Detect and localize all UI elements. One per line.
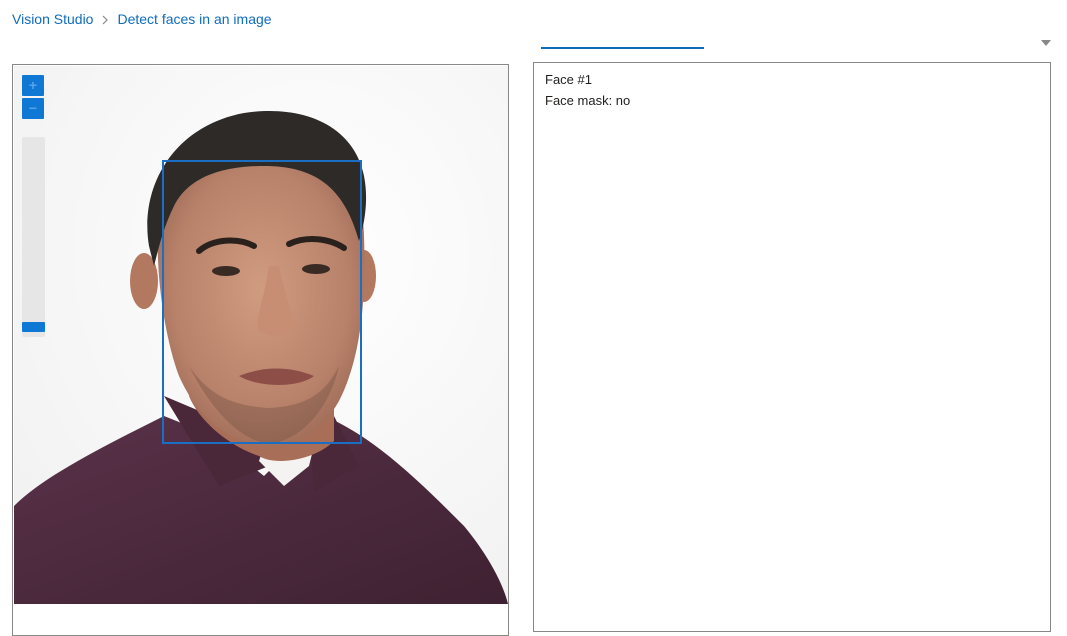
zoom-slider-track[interactable] [22, 137, 45, 337]
minus-icon: − [28, 100, 38, 116]
zoom-slider-thumb[interactable] [22, 322, 45, 332]
face-bounding-box[interactable] [13, 65, 508, 635]
breadcrumb-vision-studio[interactable]: Vision Studio [12, 10, 93, 28]
breadcrumb-detect-faces[interactable]: Detect faces in an image [117, 10, 271, 28]
zoom-in-button[interactable]: + [22, 75, 44, 96]
active-tab-indicator[interactable] [541, 47, 704, 49]
result-face-label: Face #1 [545, 72, 592, 87]
plus-icon: + [28, 77, 38, 93]
chevron-right-icon [93, 10, 117, 28]
chevron-down-icon[interactable] [1038, 36, 1054, 50]
zoom-out-button[interactable]: − [22, 98, 44, 119]
breadcrumb: Vision Studio Detect faces in an image [12, 10, 272, 28]
results-panel: Face #1 Face mask: no [533, 62, 1051, 632]
result-face-mask: Face mask: no [545, 93, 631, 108]
image-viewer[interactable]: + − [12, 64, 509, 636]
